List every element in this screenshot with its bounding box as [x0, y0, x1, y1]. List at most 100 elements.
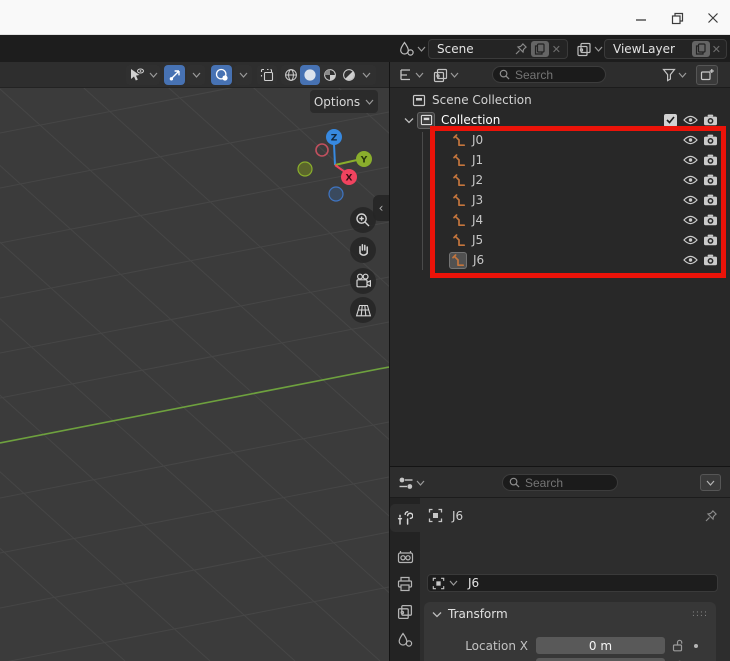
tab-tool[interactable]	[390, 504, 420, 532]
object-visibility-dropdown[interactable]	[126, 65, 160, 85]
gizmos-dropdown[interactable]	[187, 65, 205, 85]
outliner-object-row[interactable]: J2	[390, 170, 730, 190]
expand-chevron-icon[interactable]	[404, 117, 414, 124]
camera-view-button[interactable]	[350, 268, 376, 294]
pan-button[interactable]	[350, 237, 376, 263]
location-x-field[interactable]: 0 m	[536, 637, 665, 654]
tab-scene[interactable]	[390, 626, 420, 654]
window-close-button[interactable]	[696, 5, 730, 31]
object-name-field[interactable]: J6	[427, 574, 718, 592]
properties-options-dropdown[interactable]	[700, 474, 721, 491]
navigation-gizmo[interactable]: Z Y X	[290, 120, 386, 210]
filter-dropdown[interactable]	[662, 65, 687, 85]
viewlayer-name-field[interactable]: ViewLayer ✕	[604, 39, 727, 59]
tab-output[interactable]	[390, 570, 420, 598]
properties-search[interactable]	[502, 474, 618, 491]
hide-in-viewport-toggle[interactable]	[680, 115, 700, 125]
scene-unlink-icon[interactable]: ✕	[552, 43, 561, 56]
hide-in-viewport-toggle[interactable]	[680, 195, 700, 205]
zoom-button[interactable]	[350, 207, 376, 233]
collection-row[interactable]: Collection	[390, 110, 730, 130]
shading-wireframe-button[interactable]	[281, 65, 300, 85]
hide-in-viewport-toggle[interactable]	[680, 175, 700, 185]
disable-in-renders-toggle[interactable]	[700, 114, 720, 126]
empty-axes-icon	[452, 193, 466, 207]
lock-toggle[interactable]	[665, 639, 689, 652]
outliner-object-row-active[interactable]: J6	[390, 250, 730, 270]
animate-property-dot[interactable]	[689, 644, 703, 648]
disable-in-renders-toggle[interactable]	[700, 174, 720, 186]
new-collection-button[interactable]	[696, 65, 718, 85]
disable-in-renders-toggle[interactable]	[700, 154, 720, 166]
shading-dropdown[interactable]	[358, 65, 374, 85]
eye-icon	[683, 235, 698, 245]
scene-type-selector[interactable]	[398, 39, 426, 59]
outliner-search-input[interactable]	[515, 68, 600, 82]
show-gizmo-toggle[interactable]	[164, 65, 185, 85]
shading-material-button[interactable]	[320, 65, 339, 85]
gizmo-arrow-icon	[168, 68, 182, 82]
gizmo-neg-y-ball[interactable]	[298, 162, 312, 176]
tab-view-layer[interactable]	[390, 598, 420, 626]
scene-collection-row[interactable]: Scene Collection	[390, 90, 730, 110]
disable-in-renders-toggle[interactable]	[700, 234, 720, 246]
render-camera-icon	[703, 114, 718, 126]
panel-grip-icon[interactable]: ::::	[692, 609, 708, 619]
properties-search-input[interactable]	[525, 476, 611, 490]
hide-in-viewport-toggle[interactable]	[680, 255, 700, 265]
hide-in-viewport-toggle[interactable]	[680, 135, 700, 145]
overlays-dropdown[interactable]	[234, 65, 252, 85]
disable-in-renders-toggle[interactable]	[700, 134, 720, 146]
display-mode-dropdown[interactable]	[433, 65, 459, 85]
editor-divider-horizontal[interactable]	[390, 466, 730, 467]
options-button[interactable]: Options	[310, 90, 378, 113]
window-restore-button[interactable]	[660, 5, 694, 31]
window-minimize-button[interactable]	[624, 5, 658, 31]
chevron-down-icon	[594, 46, 603, 52]
outliner-object-row[interactable]: J1	[390, 150, 730, 170]
chevron-down-icon	[415, 72, 424, 78]
shading-solid-button[interactable]	[300, 65, 320, 85]
object-name: J3	[472, 193, 483, 207]
viewlayer-type-selector[interactable]	[576, 39, 603, 59]
editor-divider-vertical[interactable]	[389, 62, 390, 661]
show-overlays-toggle[interactable]	[211, 65, 232, 85]
viewlayer-remove-icon[interactable]: ✕	[712, 43, 721, 56]
viewport-3d[interactable]: Options Z Y X ‹	[0, 62, 389, 661]
hide-in-viewport-toggle[interactable]	[680, 155, 700, 165]
collection-icon	[417, 112, 435, 129]
hide-in-viewport-toggle[interactable]	[680, 215, 700, 225]
gizmo-neg-z-ball[interactable]	[329, 187, 343, 201]
collection-exclude-checkbox[interactable]	[660, 114, 680, 127]
disable-in-renders-toggle[interactable]	[700, 214, 720, 226]
transform-panel-header[interactable]: Transform ::::	[424, 602, 716, 626]
disable-in-renders-toggle[interactable]	[700, 194, 720, 206]
gizmo-neg-x-ball[interactable]	[316, 144, 328, 156]
viewlayer-new-copy-button[interactable]	[692, 41, 710, 57]
shading-rendered-button[interactable]	[339, 65, 358, 85]
outliner-object-row[interactable]: J4	[390, 210, 730, 230]
xray-toggle[interactable]	[257, 65, 277, 85]
outliner-object-row[interactable]: J0	[390, 130, 730, 150]
render-camera-icon	[703, 154, 718, 166]
editor-type-dropdown[interactable]	[398, 473, 425, 493]
ortho-toggle-button[interactable]	[350, 297, 376, 323]
movie-camera-icon	[354, 273, 372, 289]
outliner-search[interactable]	[492, 66, 606, 83]
pin-icon[interactable]	[704, 509, 718, 523]
scene-name-field[interactable]: Scene ✕	[428, 39, 568, 59]
editor-type-dropdown[interactable]	[398, 65, 424, 85]
outliner-object-row[interactable]: J3	[390, 190, 730, 210]
scene-new-copy-button[interactable]	[531, 41, 549, 57]
output-printer-icon	[397, 576, 413, 592]
render-camera-icon	[703, 174, 718, 186]
tab-render[interactable]	[390, 542, 420, 570]
disable-in-renders-toggle[interactable]	[700, 254, 720, 266]
y-axis-line	[0, 367, 389, 443]
scene-collection-label: Scene Collection	[432, 93, 532, 107]
outliner-object-row[interactable]: J5	[390, 230, 730, 250]
chevron-left-icon: ‹	[379, 201, 384, 215]
pin-icon[interactable]	[514, 42, 528, 56]
gizmos-toggle-group	[164, 65, 205, 85]
hide-in-viewport-toggle[interactable]	[680, 235, 700, 245]
